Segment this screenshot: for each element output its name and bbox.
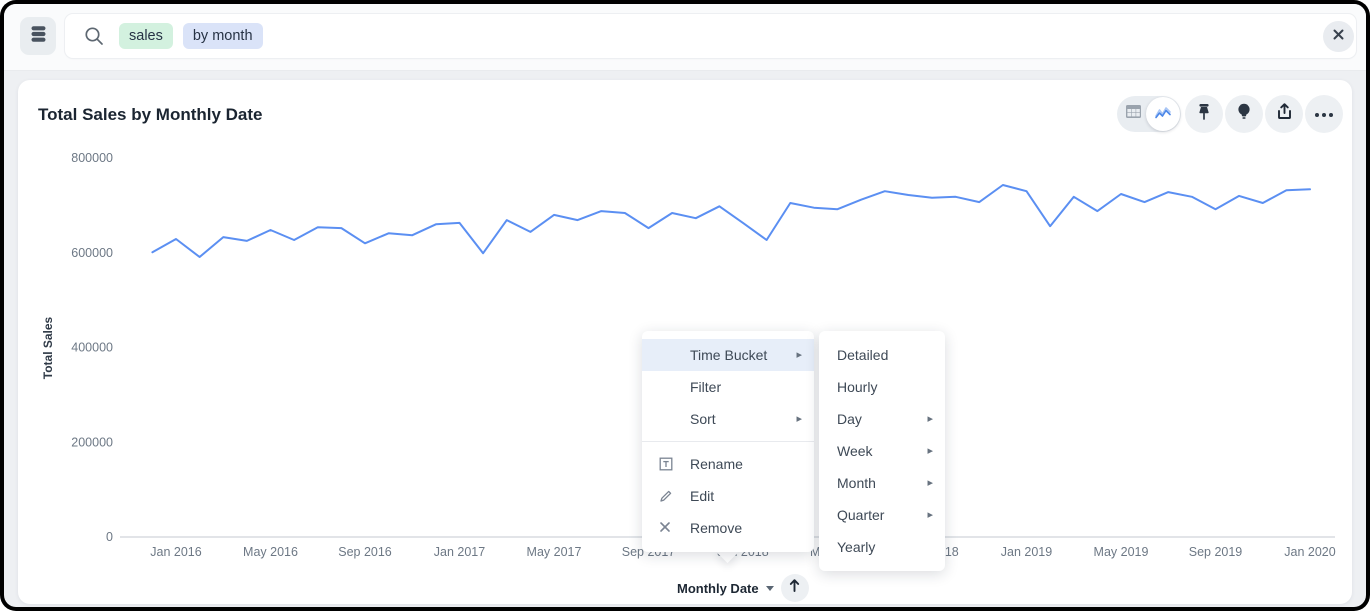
menu-item-rename[interactable]: Rename [642,448,814,480]
chevron-down-icon[interactable] [766,586,774,591]
search-input[interactable]: sales by month [65,14,1356,58]
menu-item-edit[interactable]: Edit [642,480,814,512]
menu-item-yearly[interactable]: Yearly [819,531,945,563]
y-tick-label: 200000 [71,435,113,449]
menu-item-label: Month [837,475,876,491]
close-x-icon [1332,28,1345,46]
menu-item-label: Edit [690,488,714,504]
menu-item-month[interactable]: Month ▸ [819,467,945,499]
submenu-arrow-icon: ▸ [927,446,933,457]
menu-item-label: Rename [690,456,743,472]
x-tick-label: May 2016 [243,545,298,559]
search-icon [83,25,105,47]
menu-item-label: Quarter [837,507,884,523]
app-window-frame: sales by month Total Sales by Monthly Da… [0,0,1370,611]
menu-item-quarter[interactable]: Quarter ▸ [819,499,945,531]
remove-x-icon [658,520,674,536]
submenu-arrow-icon: ▸ [927,478,933,489]
y-tick-label: 800000 [71,151,113,165]
menu-item-week[interactable]: Week ▸ [819,435,945,467]
submenu-arrow-icon: ▸ [927,510,933,521]
y-axis-title: Total Sales [41,316,55,379]
clear-search-button[interactable] [1323,21,1354,52]
y-tick-label: 0 [106,530,113,544]
menu-item-label: Hourly [837,379,877,395]
menu-item-time-bucket[interactable]: Time Bucket ▸ [642,339,814,371]
data-source-button[interactable] [20,17,56,55]
menu-item-label: Remove [690,520,742,536]
app-window: sales by month Total Sales by Monthly Da… [4,4,1366,607]
x-tick-label: Sep 2019 [1189,545,1243,559]
x-tick-label: May 2019 [1094,545,1149,559]
sort-ascending-button[interactable] [781,574,809,602]
x-tick-label: May 2017 [527,545,582,559]
x-axis-column-label[interactable]: Monthly Date [677,581,759,596]
menu-item-hourly[interactable]: Hourly [819,371,945,403]
menu-item-label: Detailed [837,347,888,363]
menu-item-filter[interactable]: Filter [642,371,814,403]
submenu-arrow-icon: ▸ [927,414,933,425]
menu-item-label: Sort [690,411,716,427]
menu-item-label: Yearly [837,539,875,555]
column-context-menu: Time Bucket ▸ Filter Sort ▸ Rename Edit Remove [642,331,814,552]
y-tick-label: 600000 [71,246,113,260]
x-tick-label: Sep 2016 [338,545,392,559]
search-topbar: sales by month [4,4,1366,71]
menu-item-detailed[interactable]: Detailed [819,339,945,371]
menu-item-remove[interactable]: Remove [642,512,814,544]
menu-item-sort[interactable]: Sort ▸ [642,403,814,435]
menu-item-day[interactable]: Day ▸ [819,403,945,435]
x-tick-label: Jan 2017 [434,545,485,559]
total-sales-line-series[interactable] [152,185,1310,257]
rename-icon [658,456,674,472]
time-bucket-submenu: Detailed Hourly Day ▸ Week ▸ Month ▸ Quarter ▸ Yea… [819,331,945,571]
menu-item-label: Day [837,411,862,427]
x-axis-column-control[interactable]: Monthly Date [677,574,809,602]
menu-item-label: Week [837,443,873,459]
edit-pencil-icon [658,488,674,504]
submenu-arrow-icon: ▸ [796,350,802,361]
menu-divider [642,441,814,442]
y-tick-label: 400000 [71,341,113,355]
x-tick-label: Jan 2020 [1284,545,1335,559]
menu-item-label: Time Bucket [690,347,767,363]
sort-ascending-arrow-icon [788,578,801,598]
x-tick-label: Jan 2016 [150,545,201,559]
submenu-arrow-icon: ▸ [796,414,802,425]
database-icon [29,24,48,49]
search-token-sales[interactable]: sales [119,23,173,49]
x-tick-label: Jan 2019 [1001,545,1052,559]
menu-item-label: Filter [690,379,721,395]
search-token-by-month[interactable]: by month [183,23,263,49]
